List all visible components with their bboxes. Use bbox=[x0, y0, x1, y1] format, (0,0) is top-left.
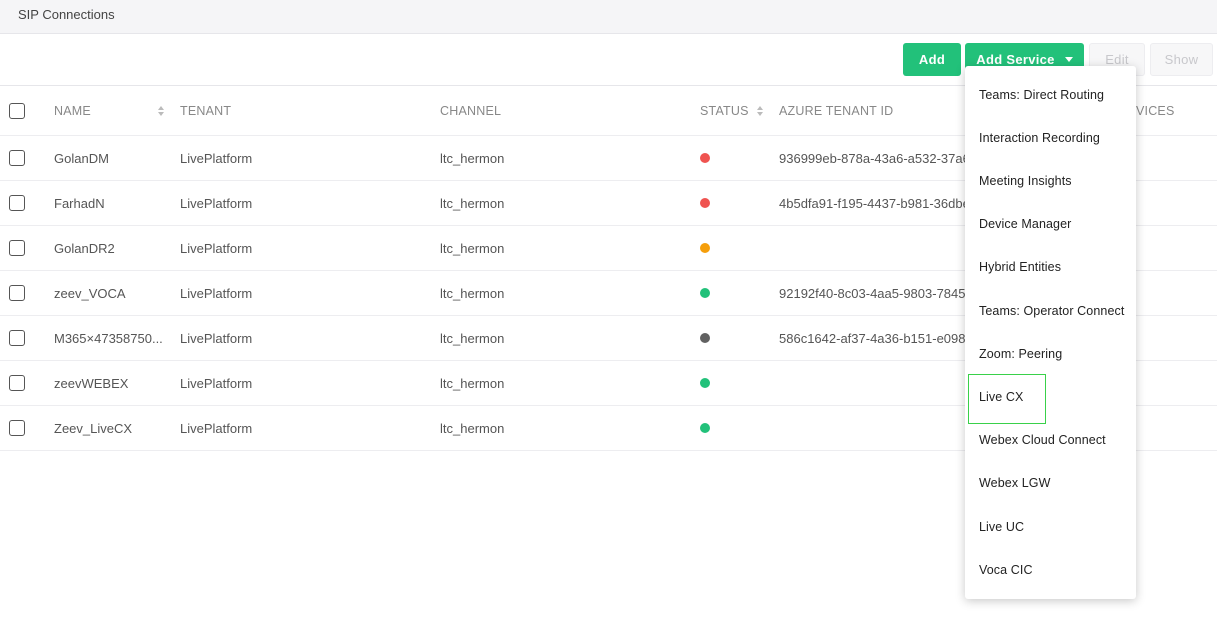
cell-name: GolanDM bbox=[54, 150, 109, 166]
cell-name: zeev_VOCA bbox=[54, 285, 126, 301]
cell-tenant: LivePlatform bbox=[180, 420, 253, 436]
menu-item-interaction-recording[interactable]: Interaction Recording bbox=[965, 116, 1136, 159]
menu-item-zoom-peering[interactable]: Zoom: Peering bbox=[965, 332, 1136, 375]
menu-item-webex-lgw[interactable]: Webex LGW bbox=[965, 462, 1136, 505]
cell-channel: ltc_hermon bbox=[440, 285, 505, 301]
column-header-name[interactable]: NAME bbox=[54, 86, 164, 135]
menu-item-webex-cloud-connect[interactable]: Webex Cloud Connect bbox=[965, 419, 1136, 462]
menu-item-meeting-insights[interactable]: Meeting Insights bbox=[965, 159, 1136, 202]
status-indicator bbox=[700, 198, 710, 208]
status-indicator bbox=[700, 153, 710, 163]
cell-name: zeevWEBEX bbox=[54, 375, 129, 391]
cell-azure-tenant-id bbox=[779, 226, 965, 270]
page-title: SIP Connections bbox=[18, 7, 115, 22]
cell-channel: ltc_hermon bbox=[440, 240, 505, 256]
cell-azure-tenant-id: 4b5dfa91-f195-4437-b981-36dbe bbox=[779, 195, 965, 211]
cell-azure-tenant-id: 936999eb-878a-43a6-a532-37a6 bbox=[779, 150, 965, 166]
cell-channel: ltc_hermon bbox=[440, 330, 505, 346]
cell-azure-tenant-id bbox=[779, 406, 965, 450]
menu-item-teams-operator-connect[interactable]: Teams: Operator Connect bbox=[965, 289, 1136, 332]
row-checkbox[interactable] bbox=[9, 195, 25, 211]
cell-name: Zeev_LiveCX bbox=[54, 420, 133, 436]
row-checkbox[interactable] bbox=[9, 375, 25, 391]
cell-azure-tenant-id: 92192f40-8c03-4aa5-9803-7845 bbox=[779, 285, 965, 301]
live-cx-highlight bbox=[968, 374, 1046, 424]
caret-down-icon bbox=[1064, 57, 1073, 62]
status-indicator bbox=[700, 288, 710, 298]
status-indicator bbox=[700, 243, 710, 253]
cell-tenant: LivePlatform bbox=[180, 330, 253, 346]
row-checkbox[interactable] bbox=[9, 150, 25, 166]
cell-tenant: LivePlatform bbox=[180, 285, 253, 301]
status-indicator bbox=[700, 333, 710, 343]
cell-name: M365×47358750... bbox=[54, 330, 163, 346]
add-service-label: Add Service bbox=[976, 52, 1055, 67]
sort-icon[interactable] bbox=[756, 105, 763, 116]
select-all-checkbox[interactable] bbox=[9, 102, 25, 119]
column-header-tenant: TENANT bbox=[180, 103, 232, 118]
cell-tenant: LivePlatform bbox=[180, 240, 253, 256]
column-header-status[interactable]: STATUS bbox=[700, 86, 763, 135]
menu-item-device-manager[interactable]: Device Manager bbox=[965, 203, 1136, 246]
cell-tenant: LivePlatform bbox=[180, 195, 253, 211]
add-button[interactable]: Add bbox=[903, 43, 961, 76]
cell-channel: ltc_hermon bbox=[440, 195, 505, 211]
sort-icon[interactable] bbox=[158, 105, 164, 116]
cell-name: GolanDR2 bbox=[54, 240, 115, 256]
cell-tenant: LivePlatform bbox=[180, 150, 253, 166]
show-button[interactable]: Show bbox=[1150, 43, 1213, 76]
add-service-dropdown: Teams: Direct Routing Interaction Recordi… bbox=[965, 66, 1136, 599]
cell-channel: ltc_hermon bbox=[440, 150, 505, 166]
column-header-services: VICES bbox=[1136, 103, 1175, 118]
column-header-channel: CHANNEL bbox=[440, 103, 502, 118]
cell-channel: ltc_hermon bbox=[440, 420, 505, 436]
cell-tenant: LivePlatform bbox=[180, 375, 253, 391]
status-indicator bbox=[700, 378, 710, 388]
cell-name: FarhadN bbox=[54, 195, 105, 211]
menu-item-teams-direct-routing[interactable]: Teams: Direct Routing bbox=[965, 73, 1136, 116]
column-header-azure-tenant-id: AZURE TENANT ID bbox=[779, 103, 894, 118]
cell-azure-tenant-id: 586c1642-af37-4a36-b151-e0985 bbox=[779, 330, 965, 346]
menu-item-voca-cic[interactable]: Voca CIC bbox=[965, 548, 1136, 591]
menu-item-live-uc[interactable]: Live UC bbox=[965, 505, 1136, 548]
menu-item-hybrid-entities[interactable]: Hybrid Entities bbox=[965, 246, 1136, 289]
cell-azure-tenant-id bbox=[779, 361, 965, 405]
cell-channel: ltc_hermon bbox=[440, 375, 505, 391]
page-header: SIP Connections bbox=[0, 0, 1217, 34]
row-checkbox[interactable] bbox=[9, 330, 25, 346]
row-checkbox[interactable] bbox=[9, 240, 25, 256]
status-indicator bbox=[700, 423, 710, 433]
row-checkbox[interactable] bbox=[9, 285, 25, 301]
row-checkbox[interactable] bbox=[9, 420, 25, 436]
